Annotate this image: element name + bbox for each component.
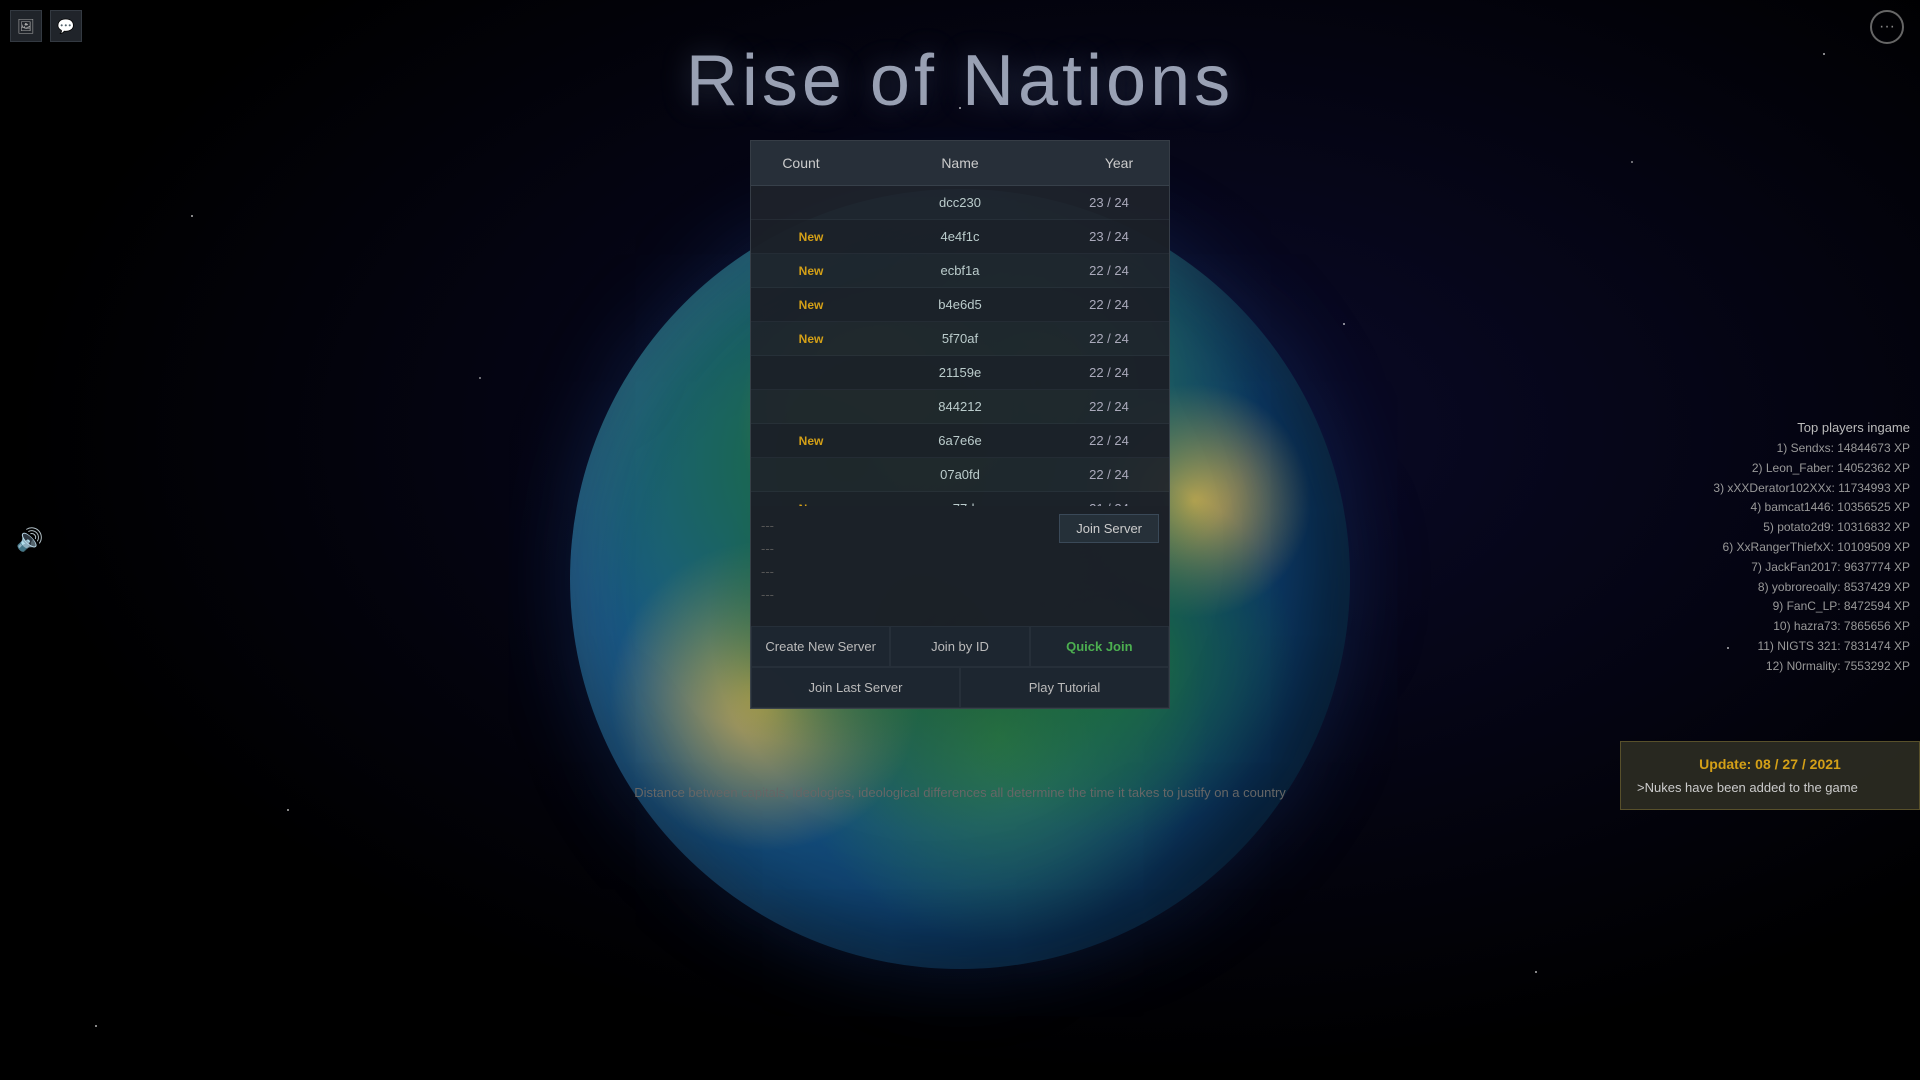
row-badge: New xyxy=(761,298,861,312)
player-entry: 3) xXXDerator102XXx: 11734993 XP xyxy=(1640,479,1910,499)
table-row[interactable]: . dcc230 23 / 24 xyxy=(751,186,1169,220)
row-id: 5f70af xyxy=(861,331,1059,346)
player-entry: 2) Leon_Faber: 14052362 XP xyxy=(1640,459,1910,479)
header-count: Count xyxy=(751,141,851,185)
row-badge: . xyxy=(761,400,861,414)
home-icon[interactable]: 🖼 xyxy=(10,10,42,42)
player-entry: 6) XxRangerThiefxX: 10109509 XP xyxy=(1640,538,1910,558)
update-content: >Nukes have been added to the game xyxy=(1637,780,1903,795)
row-id: ecbf1a xyxy=(861,263,1059,278)
row-id: 6a7e6e xyxy=(861,433,1059,448)
row-id: b4e6d5 xyxy=(861,297,1059,312)
player-entry: 1) Sendxs: 14844673 XP xyxy=(1640,439,1910,459)
top-players-panel: Top players ingame 1) Sendxs: 14844673 X… xyxy=(1630,420,1920,677)
table-row[interactable]: New ecbf1a 22 / 24 xyxy=(751,254,1169,288)
server-list[interactable]: . dcc230 23 / 24 New 4e4f1c 23 / 24 New … xyxy=(751,186,1169,506)
server-browser-panel: Count Name Year . dcc230 23 / 24 New 4e4… xyxy=(750,140,1170,709)
row-count: 22 / 24 xyxy=(1059,467,1159,482)
row-id: 21159e xyxy=(861,365,1059,380)
row-count: 22 / 24 xyxy=(1059,365,1159,380)
row-count: 22 / 24 xyxy=(1059,331,1159,346)
table-row[interactable]: New 6a7e6e 22 / 24 xyxy=(751,424,1169,458)
player-entry: 12) N0rmality: 7553292 XP xyxy=(1640,657,1910,677)
row-badge: New xyxy=(761,230,861,244)
play-tutorial-button[interactable]: Play Tutorial xyxy=(960,667,1169,708)
table-row[interactable]: . 844212 22 / 24 xyxy=(751,390,1169,424)
player-entry: 10) hazra73: 7865656 XP xyxy=(1640,617,1910,637)
game-title: Rise of Nations xyxy=(686,40,1234,122)
row-badge: New xyxy=(761,332,861,346)
row-id: 844212 xyxy=(861,399,1059,414)
row-id: 4e4f1c xyxy=(861,229,1059,244)
dash-4: --- xyxy=(761,583,1159,606)
header-year: Year xyxy=(1069,141,1169,185)
row-count: 22 / 24 xyxy=(1059,399,1159,414)
bottom-area: --- --- --- --- Join Server xyxy=(751,506,1169,626)
player-entry: 8) yobroreoally: 8537429 XP xyxy=(1640,578,1910,598)
update-panel: Update: 08 / 27 / 2021 >Nukes have been … xyxy=(1620,741,1920,810)
create-new-server-button[interactable]: Create New Server xyxy=(751,626,890,667)
join-by-id-button[interactable]: Join by ID xyxy=(890,626,1029,667)
table-row[interactable]: New b4e6d5 22 / 24 xyxy=(751,288,1169,322)
row-id: 07a0fd xyxy=(861,467,1059,482)
row-count: 22 / 24 xyxy=(1059,263,1159,278)
bottom-tagline: Distance between capitals, ideologies, i… xyxy=(634,785,1286,800)
row-badge: . xyxy=(761,366,861,380)
dash-3: --- xyxy=(761,560,1159,583)
player-entry: 5) potato2d9: 10316832 XP xyxy=(1640,518,1910,538)
row-count: 22 / 24 xyxy=(1059,297,1159,312)
action-buttons-row2: Join Last Server Play Tutorial xyxy=(751,667,1169,708)
table-header: Count Name Year xyxy=(751,141,1169,186)
table-row[interactable]: . 07a0fd 22 / 24 xyxy=(751,458,1169,492)
chat-icon[interactable]: 💬 xyxy=(50,10,82,42)
row-count: 23 / 24 xyxy=(1059,229,1159,244)
action-buttons-row1: Create New Server Join by ID Quick Join xyxy=(751,626,1169,667)
update-title: Update: 08 / 27 / 2021 xyxy=(1637,756,1903,772)
player-entry: 7) JackFan2017: 9637774 XP xyxy=(1640,558,1910,578)
row-count: 23 / 24 xyxy=(1059,195,1159,210)
row-badge: New xyxy=(761,434,861,448)
top-left-toolbar: 🖼 💬 xyxy=(10,10,82,42)
row-count: 22 / 24 xyxy=(1059,433,1159,448)
row-badge: . xyxy=(761,196,861,210)
quick-join-button[interactable]: Quick Join xyxy=(1030,626,1169,667)
join-server-button[interactable]: Join Server xyxy=(1059,514,1159,543)
row-id: dcc230 xyxy=(861,195,1059,210)
table-row[interactable]: New ca77dc 21 / 24 xyxy=(751,492,1169,506)
top-players-title: Top players ingame xyxy=(1640,420,1910,435)
player-entry: 9) FanC_LP: 8472594 XP xyxy=(1640,597,1910,617)
top-players-list: 1) Sendxs: 14844673 XP2) Leon_Faber: 140… xyxy=(1640,439,1910,677)
row-badge: New xyxy=(761,264,861,278)
table-row[interactable]: . 21159e 22 / 24 xyxy=(751,356,1169,390)
table-row[interactable]: New 4e4f1c 23 / 24 xyxy=(751,220,1169,254)
join-last-server-button[interactable]: Join Last Server xyxy=(751,667,960,708)
player-entry: 11) NIGTS 321: 7831474 XP xyxy=(1640,637,1910,657)
header-name: Name xyxy=(851,141,1069,185)
table-row[interactable]: New 5f70af 22 / 24 xyxy=(751,322,1169,356)
volume-icon[interactable]: 🔊 xyxy=(16,527,43,553)
row-badge: . xyxy=(761,468,861,482)
player-entry: 4) bamcat1446: 10356525 XP xyxy=(1640,498,1910,518)
more-options-icon[interactable]: ··· xyxy=(1870,10,1904,44)
